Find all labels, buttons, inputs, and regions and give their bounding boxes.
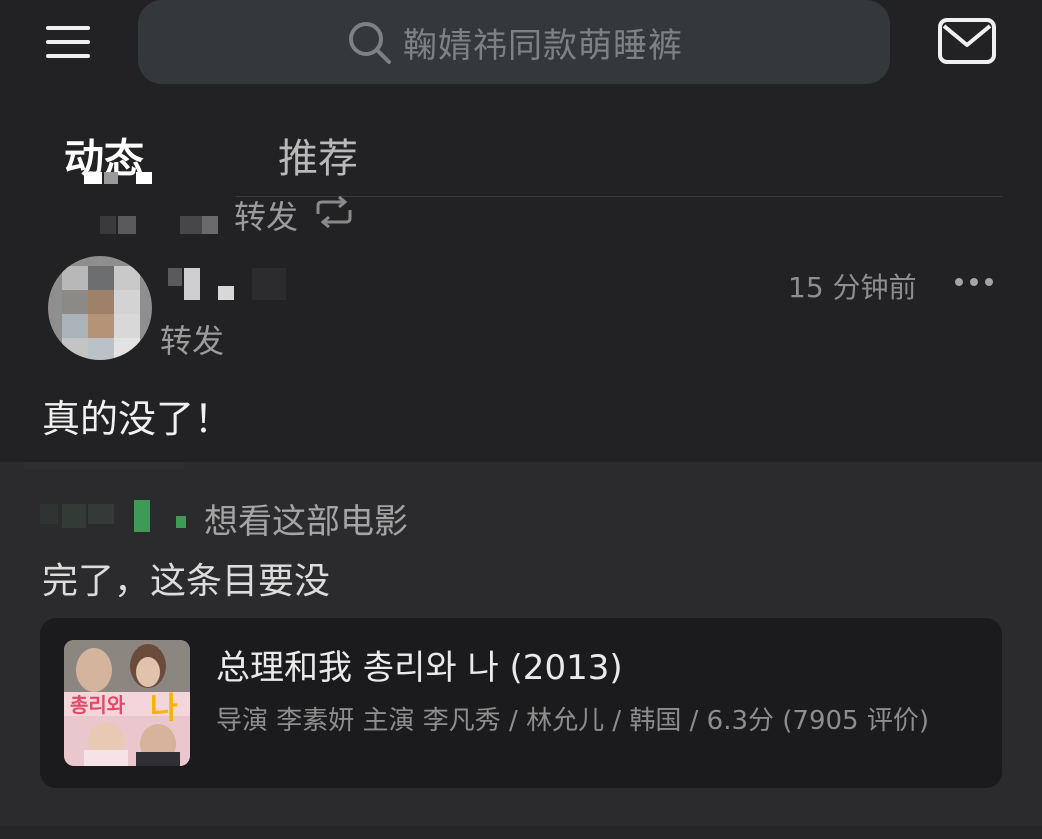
pixelated-username [184, 268, 200, 300]
pixelated-name [202, 216, 218, 234]
repost-icon [316, 196, 352, 228]
forward-label: 转发 [160, 322, 225, 360]
menu-icon[interactable] [44, 22, 92, 62]
movie-meta: 导演 李素妍 主演 李凡秀 / 林允儿 / 韩国 / 6.3分 (7905 评价… [216, 706, 929, 736]
post-text: 真的没了！ [42, 397, 233, 441]
review-text: 完了，这条目要没 [42, 561, 331, 602]
pixelated-name [180, 216, 202, 234]
pixelated-blur [84, 172, 102, 184]
tab-tuijian[interactable]: 推荐 [278, 126, 358, 184]
search-icon [349, 22, 391, 64]
pixelated-name [40, 504, 58, 524]
pixelated-blur [104, 172, 118, 184]
pixelated-name [62, 504, 86, 528]
pixelated-name [100, 216, 116, 234]
pixelated-blur [136, 172, 152, 184]
mail-icon[interactable] [938, 18, 996, 64]
pixelated-username [168, 268, 182, 286]
movie-poster[interactable]: 총리와 나 [64, 640, 190, 766]
action-text: 想看这部电影 [204, 502, 408, 542]
avatar[interactable] [48, 256, 152, 360]
search-placeholder: 鞠婧祎同款萌睡裤 [403, 25, 683, 66]
pixelated-username [252, 268, 286, 300]
pixelated-username [218, 286, 234, 300]
bottom-divider [0, 826, 1042, 839]
search-bar[interactable]: 鞠婧祎同款萌睡裤 [138, 0, 890, 84]
post-time: 15 分钟前 [788, 271, 917, 304]
pixelated-blur [24, 462, 184, 470]
pixelated-name [88, 504, 114, 524]
pixelated-name [118, 216, 136, 234]
pixelated-name [176, 516, 186, 528]
svg-text:나: 나 [150, 691, 178, 726]
more-icon[interactable] [954, 276, 994, 288]
movie-title[interactable]: 总理和我 총리와 나 (2013) [216, 640, 623, 689]
pixelated-name [134, 500, 150, 532]
forward-label: 转发 [234, 198, 299, 236]
svg-text:총리와: 총리와 [70, 693, 126, 717]
